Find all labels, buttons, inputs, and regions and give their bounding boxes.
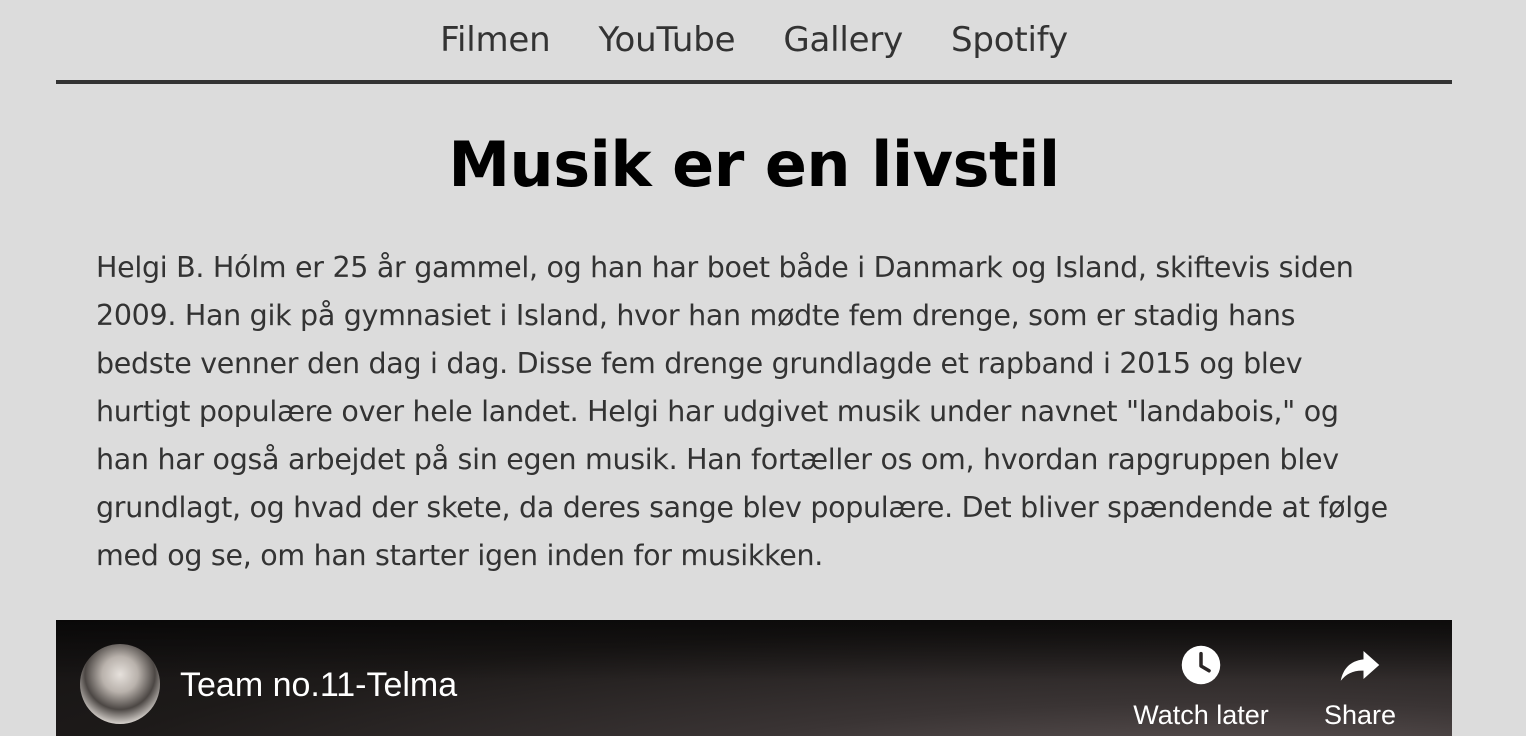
video-title[interactable]: Team no.11-Telma bbox=[180, 660, 457, 710]
clock-icon bbox=[1181, 645, 1221, 685]
share-button[interactable]: Share bbox=[1318, 644, 1402, 731]
page-title: Musik er en livstil bbox=[448, 128, 1060, 201]
watch-later-label: Watch later bbox=[1133, 700, 1269, 730]
channel-avatar[interactable] bbox=[80, 644, 160, 724]
share-arrow-icon bbox=[1340, 651, 1380, 681]
nav-link-youtube[interactable]: YouTube bbox=[598, 0, 735, 80]
nav-link-gallery[interactable]: Gallery bbox=[783, 0, 903, 80]
nav-link-spotify[interactable]: Spotify bbox=[951, 0, 1068, 80]
nav-link-filmen[interactable]: Filmen bbox=[440, 0, 551, 80]
intro-paragraph: Helgi B. Hólm er 25 år gammel, og han ha… bbox=[96, 251, 1388, 572]
youtube-embed[interactable]: Team no.11-Telma Watch later Share bbox=[56, 620, 1452, 736]
watch-later-button[interactable]: Watch later bbox=[1130, 644, 1272, 731]
top-nav: Filmen YouTube Gallery Spotify bbox=[56, 0, 1452, 84]
share-label: Share bbox=[1323, 700, 1397, 730]
